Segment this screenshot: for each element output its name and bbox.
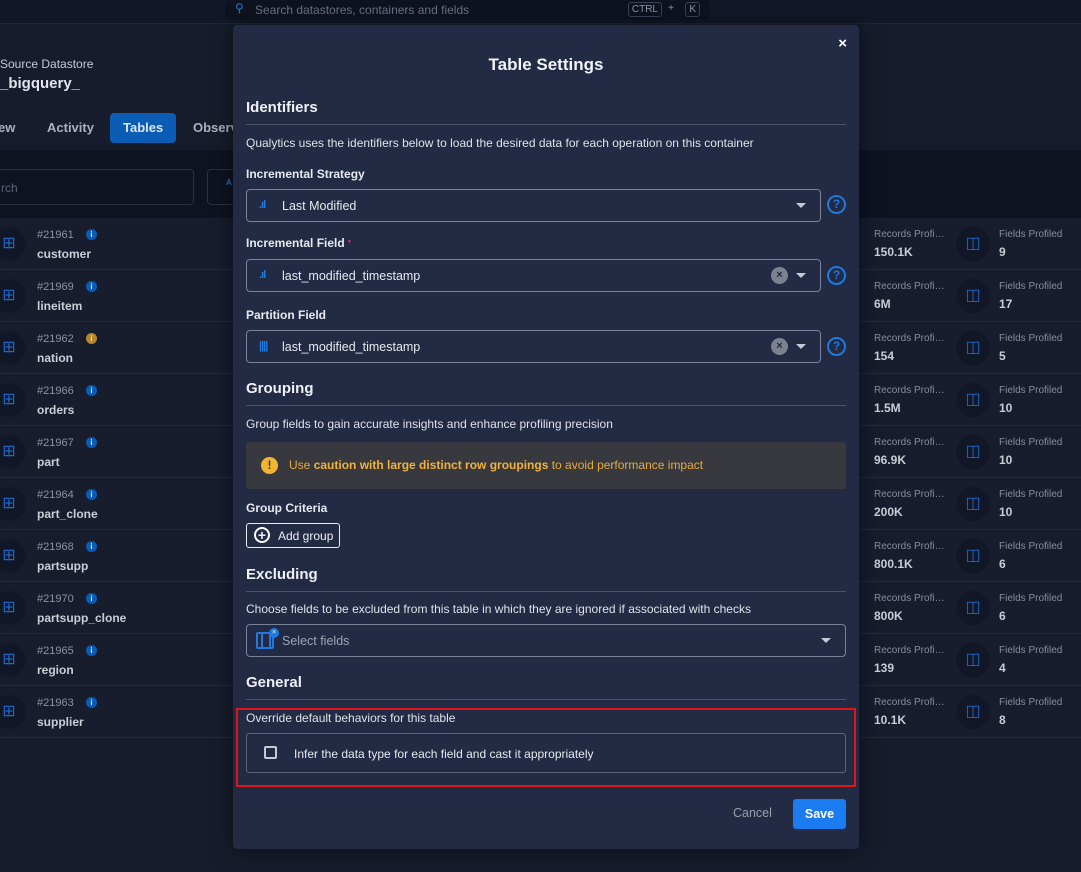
clear-icon[interactable]: × xyxy=(771,338,788,355)
save-button[interactable]: Save xyxy=(793,799,846,829)
signal-bars-icon: .ıl xyxy=(259,269,266,281)
excluding-heading: Excluding xyxy=(246,566,846,592)
identifiers-description: Qualytics uses the identifiers below to … xyxy=(246,136,754,150)
identifiers-heading: Identifiers xyxy=(246,99,846,125)
incremental-field-value: last_modified_timestamp xyxy=(282,269,421,283)
grouping-description: Group fields to gain accurate insights a… xyxy=(246,417,613,431)
group-criteria-label: Group Criteria xyxy=(246,501,328,515)
incremental-field-label-text: Incremental Field xyxy=(246,236,345,250)
help-icon[interactable]: ? xyxy=(827,195,846,214)
help-icon[interactable]: ? xyxy=(827,266,846,285)
grouping-heading: Grouping xyxy=(246,380,846,406)
partition-field-value: last_modified_timestamp xyxy=(282,340,421,354)
excluding-description: Choose fields to be excluded from this t… xyxy=(246,602,751,616)
signal-bars-icon: .ıl xyxy=(259,199,266,211)
grouping-warning: ! Use caution with large distinct row gr… xyxy=(246,442,846,489)
plus-circle-icon: + xyxy=(254,527,270,543)
incremental-strategy-label: Incremental Strategy xyxy=(246,167,365,181)
add-group-label: Add group xyxy=(278,529,334,543)
clear-icon[interactable]: × xyxy=(771,267,788,284)
help-icon[interactable]: ? xyxy=(827,337,846,356)
partition-field-select[interactable]: |||| last_modified_timestamp × xyxy=(246,330,821,363)
add-group-button[interactable]: + Add group xyxy=(246,523,340,548)
warning-icon: ! xyxy=(261,457,278,474)
incremental-strategy-select[interactable]: .ıl Last Modified xyxy=(246,189,821,222)
chevron-down-icon[interactable] xyxy=(796,203,806,208)
warning-text-post: to avoid performance impact xyxy=(548,458,704,472)
incremental-field-label: Incremental Field • xyxy=(246,236,351,250)
incremental-strategy-value: Last Modified xyxy=(282,199,357,213)
required-indicator: • xyxy=(347,236,351,246)
modal-title: Table Settings xyxy=(488,55,604,74)
highlight-box xyxy=(236,708,856,787)
cancel-button[interactable]: Cancel xyxy=(733,806,772,820)
warning-text-bold: caution with large distinct row grouping… xyxy=(313,458,549,472)
close-icon[interactable]: × xyxy=(838,35,847,52)
chevron-down-icon[interactable] xyxy=(821,638,831,643)
exclude-fields-select[interactable]: × Select fields xyxy=(246,624,846,657)
warning-text-pre: Use xyxy=(289,458,314,472)
chevron-down-icon[interactable] xyxy=(796,344,806,349)
columns-icon: |||| xyxy=(259,340,268,352)
chevron-down-icon[interactable] xyxy=(796,273,806,278)
general-heading: General xyxy=(246,674,846,700)
incremental-field-select[interactable]: .ıl last_modified_timestamp × xyxy=(246,259,821,292)
exclude-fields-placeholder: Select fields xyxy=(282,634,350,648)
columns-remove-icon: × xyxy=(256,628,279,649)
partition-field-label: Partition Field xyxy=(246,308,327,322)
